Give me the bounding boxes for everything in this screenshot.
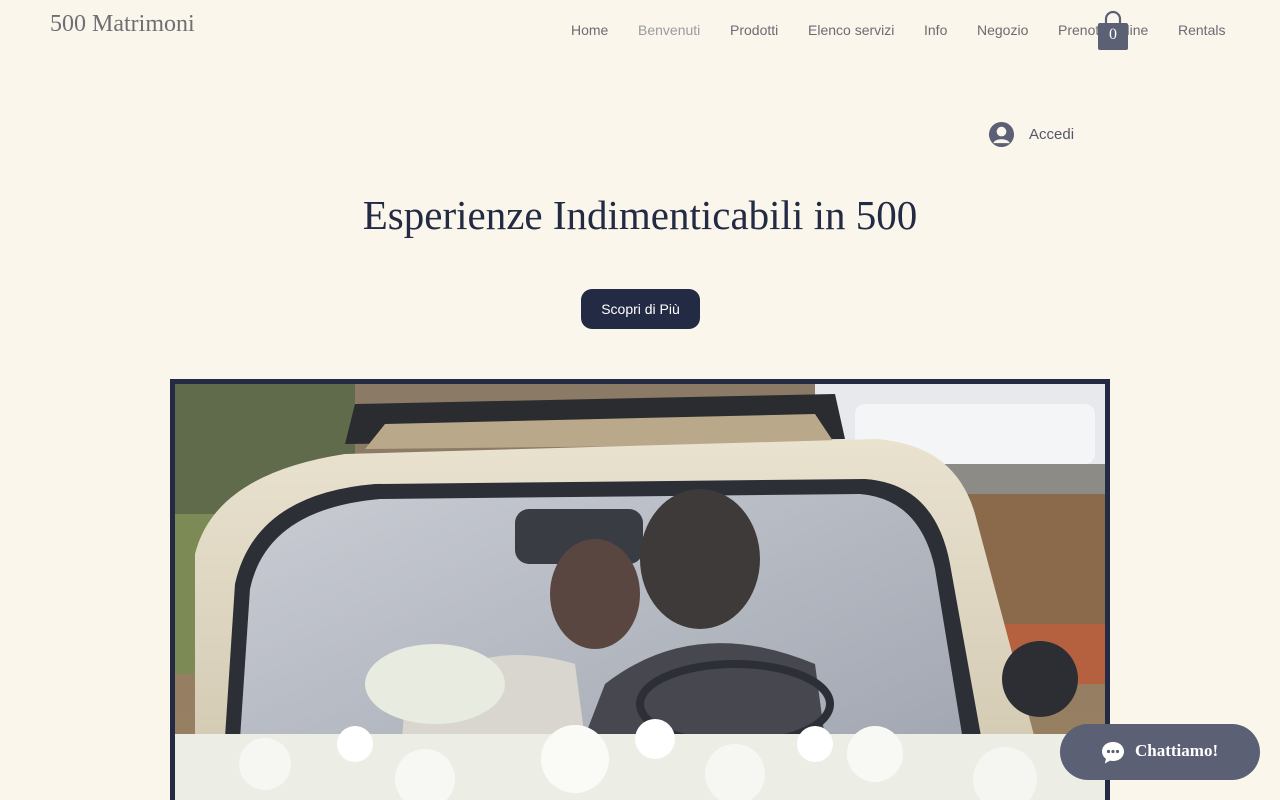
site-logo[interactable]: 500 Matrimoni <box>50 11 195 38</box>
hero-photo <box>175 384 1105 800</box>
nav-item-rentals[interactable]: Rentals <box>1178 22 1225 38</box>
user-avatar-icon <box>988 121 1015 148</box>
hero-title: Esperienze Indimenticabili in 500 <box>362 192 918 238</box>
cart-count: 0 <box>1109 26 1117 43</box>
nav-item-negozio[interactable]: Negozio <box>977 22 1028 38</box>
nav-item-home[interactable]: Home <box>571 22 608 38</box>
chat-label: Chattiamo! <box>1135 741 1219 760</box>
nav-item-benvenuti[interactable]: Benvenuti <box>638 22 700 38</box>
nav-item-elenco-servizi[interactable]: Elenco servizi <box>808 22 894 38</box>
discover-more-button[interactable]: Scopri di Più <box>581 289 700 329</box>
wedding-car-photo <box>175 384 1105 800</box>
chat-button[interactable]: Chattiamo! <box>1060 724 1260 780</box>
cart-button[interactable]: 0 <box>1097 9 1129 51</box>
main-nav: Home Benvenuti Prodotti Elenco servizi I… <box>556 20 1240 42</box>
chat-bubble-icon <box>1102 742 1124 764</box>
nav-item-info[interactable]: Info <box>924 22 947 38</box>
hero-image-frame <box>170 379 1110 800</box>
login-label: Accedi <box>1029 126 1075 143</box>
nav-item-prodotti[interactable]: Prodotti <box>730 22 778 38</box>
